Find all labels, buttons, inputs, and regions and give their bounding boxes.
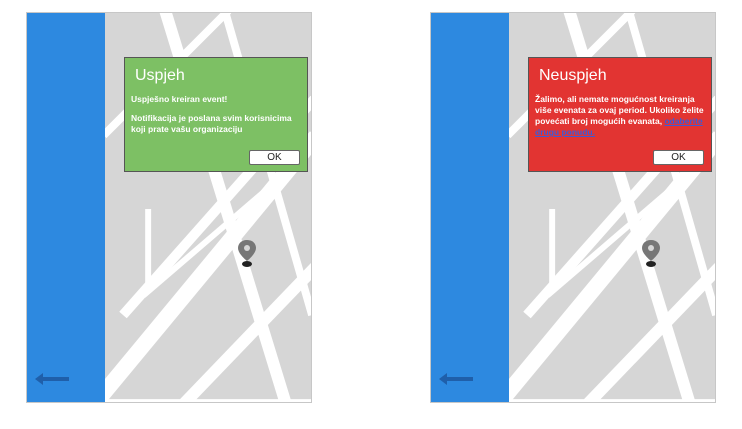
dialog-title: Neuspjeh [539,67,607,84]
sidebar [431,13,509,402]
dialog-title: Uspjeh [135,67,185,84]
dialog-message: Žalimo, ali nemate mogućnost kreiranja v… [535,94,707,138]
success-line-2: Notifikacija je poslana svim korisnicima… [131,113,292,134]
success-dialog: Uspjeh Uspješno kreiran event! Notifikac… [124,57,308,172]
success-screen: Uspjeh Uspješno kreiran event! Notifikac… [26,12,312,403]
ok-button[interactable]: OK [653,150,704,165]
map-pin-icon[interactable] [237,239,257,269]
error-screen: Neuspjeh Žalimo, ali nemate mogućnost kr… [430,12,716,403]
back-arrow-icon[interactable] [35,372,71,386]
ok-button[interactable]: OK [249,150,300,165]
back-arrow-icon[interactable] [439,372,475,386]
dialog-message: Uspješno kreiran event! Notifikacija je … [131,94,303,143]
map-pin-icon[interactable] [641,239,661,269]
sidebar [27,13,105,402]
success-line-1: Uspješno kreiran event! [131,94,228,104]
error-dialog: Neuspjeh Žalimo, ali nemate mogućnost kr… [528,57,712,172]
